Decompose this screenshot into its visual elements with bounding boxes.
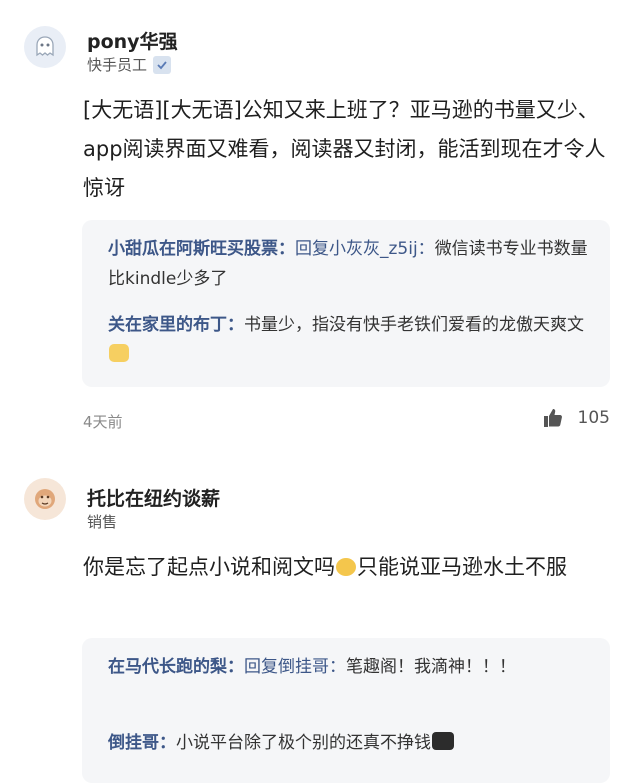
reply-text: 书量少，指没有快手老铁们爱看的龙傲天爽文 [244, 315, 584, 335]
ghost-avatar-icon [36, 36, 54, 57]
like-button[interactable]: 105 [542, 407, 610, 429]
comment-text-part: 你是忘了起点小说和阅文吗 [83, 555, 335, 579]
laughing-tears-emoji-icon [336, 558, 356, 576]
comment-text: [大无语][大无语]公知又来上班了？亚马逊的书量又少、app阅读界面又难看，阅读… [83, 98, 606, 200]
reply-to[interactable]: 回复小灰灰_z5ij： [295, 239, 435, 259]
thumbs-up-icon [543, 409, 562, 427]
reply-to[interactable]: 回复倒挂哥： [244, 657, 346, 677]
avatar[interactable] [24, 478, 66, 520]
reply-list[interactable]: 在马代长跑的梨：回复倒挂哥：笔趣阁！我滴神！！！ 倒挂哥：小说平台除了极个别的还… [82, 638, 610, 783]
user-role: 销售 [87, 511, 117, 532]
reply-text: 笔趣阁！我滴神！！！ [346, 657, 516, 677]
user-role: 快手员工 [87, 54, 172, 75]
reply-item[interactable]: 小甜瓜在阿斯旺买股票：回复小灰灰_z5ij：微信读书专业书数量比kindle少多… [108, 234, 588, 294]
monkey-avatar-icon [35, 489, 55, 509]
comment-2: 托比在纽约谈薪 销售 你是忘了起点小说和阅文吗 只能说亚马逊水土不服 在马代长跑的… [0, 450, 640, 783]
comment-time: 4天前 [83, 413, 123, 431]
reply-author[interactable]: 在马代长跑的梨： [108, 657, 244, 677]
reply-author[interactable]: 关在家里的布丁： [108, 315, 244, 335]
reply-author[interactable]: 倒挂哥： [108, 733, 176, 753]
avatar[interactable] [24, 26, 66, 68]
reply-item[interactable]: 倒挂哥：小说平台除了极个别的还真不挣钱 [108, 728, 588, 758]
username[interactable]: pony华强 [87, 27, 178, 54]
role-label: 销售 [87, 513, 118, 531]
comment-text-part: 只能说亚马逊水土不服 [357, 555, 567, 579]
like-count: 105 [577, 408, 610, 428]
blush-emoji-icon [109, 344, 129, 362]
verified-badge-icon [153, 55, 172, 74]
role-label: 快手员工 [87, 56, 148, 74]
reply-text: 小说平台除了极个别的还真不挣钱 [176, 733, 431, 753]
reply-list[interactable]: 小甜瓜在阿斯旺买股票：回复小灰灰_z5ij：微信读书专业书数量比kindle少多… [82, 220, 610, 387]
reply-author[interactable]: 小甜瓜在阿斯旺买股票： [108, 239, 295, 259]
sunglasses-emoji-icon [432, 732, 454, 750]
username[interactable]: 托比在纽约谈薪 [87, 484, 220, 511]
comment-text: 你是忘了起点小说和阅文吗 只能说亚马逊水土不服 [83, 548, 613, 587]
reply-item[interactable]: 在马代长跑的梨：回复倒挂哥：笔趣阁！我滴神！！！ [108, 652, 588, 682]
comment-1: pony华强 快手员工 [大无语][大无语]公知又来上班了？亚马逊的书量又少、a… [0, 0, 640, 450]
reply-item[interactable]: 关在家里的布丁：书量少，指没有快手老铁们爱看的龙傲天爽文 [108, 310, 588, 370]
